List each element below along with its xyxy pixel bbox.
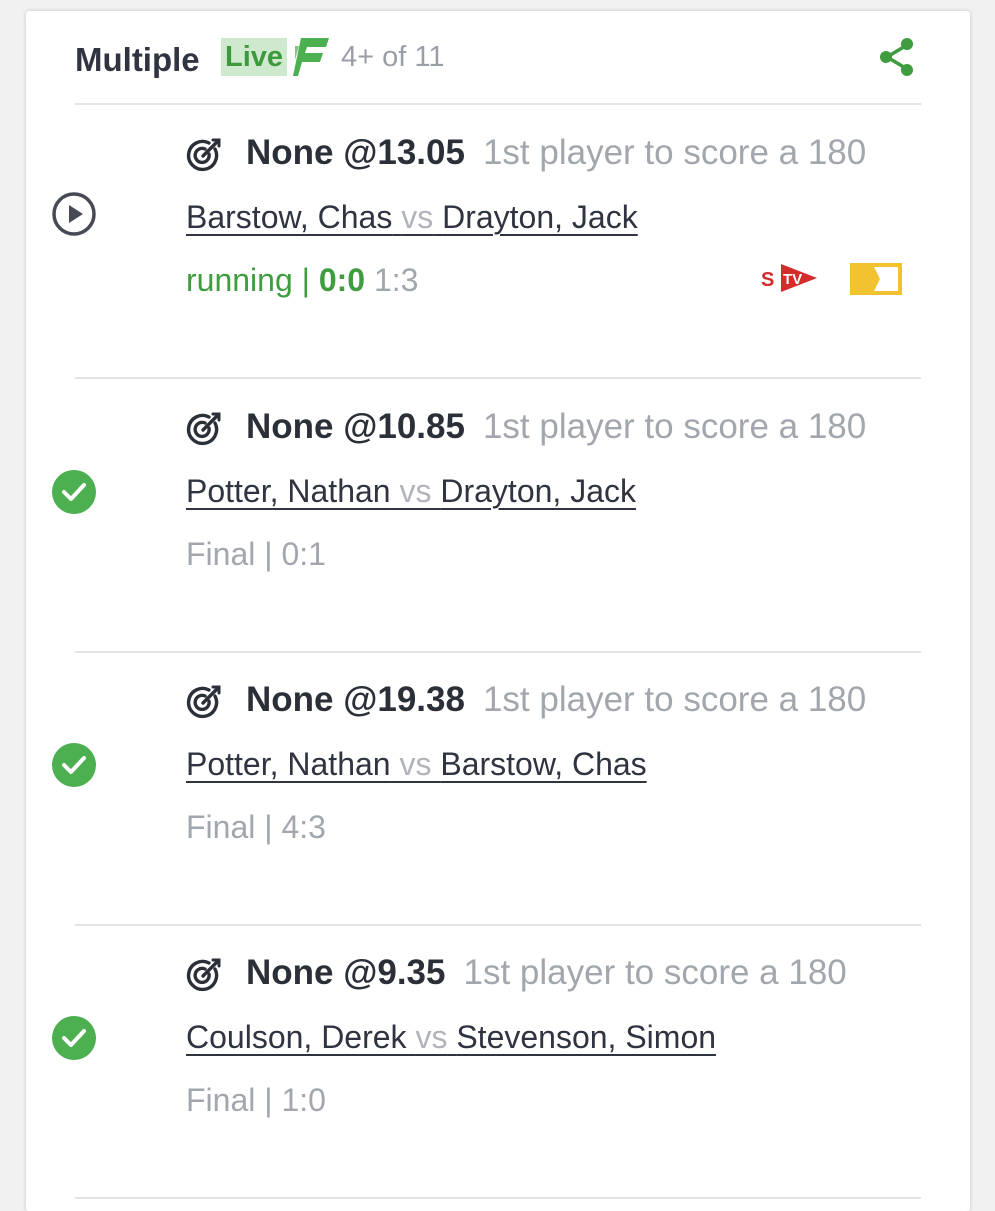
stv-icon[interactable]: S TV	[759, 260, 819, 296]
dart-target-icon	[186, 685, 221, 719]
player-2: Stevenson, Simon	[456, 1019, 717, 1055]
vs-label: vs	[401, 199, 434, 235]
player-2: Drayton, Jack	[442, 199, 638, 235]
match-link[interactable]: Potter, Nathan vs Barstow, Chas	[186, 746, 647, 783]
selection-odds: None @10.85 1st player to score a 180	[246, 407, 866, 447]
svg-text:TV: TV	[783, 271, 802, 288]
market-name: 1st player to score a 180	[482, 407, 867, 446]
ticket-icon[interactable]	[850, 263, 902, 295]
play-circle-icon[interactable]	[51, 191, 97, 237]
player-1: Coulson, Derek	[186, 1019, 407, 1055]
dart-target-icon	[186, 138, 221, 172]
svg-text:S: S	[761, 269, 774, 291]
market-name: 1st player to score a 180	[482, 133, 867, 172]
match-result: Final | 4:3	[186, 809, 326, 845]
bet-card: Multiple Live 4+ of 11 None @13.05 1st pl	[26, 11, 970, 1211]
player-2: Drayton, Jack	[440, 473, 636, 509]
dart-target-icon	[186, 958, 221, 992]
bet-header: Multiple Live 4+ of 11	[75, 11, 921, 105]
player-1: Barstow, Chas	[186, 199, 393, 235]
bet-leg: None @19.38 1st player to score a 180 Pot…	[52, 652, 921, 926]
brand-f-logo-icon	[293, 38, 329, 76]
player-1: Potter, Nathan	[186, 746, 391, 782]
live-badge: Live	[221, 38, 288, 76]
market-name: 1st player to score a 180	[463, 953, 847, 992]
match-result: Final | 1:0	[186, 1082, 326, 1118]
check-circle-icon	[52, 470, 96, 514]
selection-label: None @13.05	[246, 133, 465, 172]
vs-label: vs	[415, 1019, 448, 1055]
check-circle-icon	[52, 743, 96, 787]
match-status: running | 0:0 1:3	[186, 262, 418, 299]
live-score: 0:0	[318, 262, 366, 298]
match-link[interactable]: Coulson, Derek vs Stevenson, Simon	[186, 1019, 716, 1056]
match-link[interactable]: Potter, Nathan vs Drayton, Jack	[186, 473, 636, 510]
selection-odds: None @13.05 1st player to score a 180	[246, 133, 866, 173]
match-result: Final | 0:1	[186, 536, 326, 572]
dart-target-icon	[186, 412, 221, 446]
vs-label: vs	[399, 746, 432, 782]
vs-label: vs	[399, 473, 432, 509]
player-2: Barstow, Chas	[440, 746, 647, 782]
selection-label: None @9.35	[246, 953, 446, 992]
sets-score: 1:3	[373, 262, 419, 298]
running-state: running	[186, 262, 293, 298]
share-icon[interactable]	[877, 37, 917, 77]
bet-leg: None @13.05 1st player to score a 180 Bar…	[52, 105, 921, 379]
selection-label: None @10.85	[246, 407, 465, 446]
player-1: Potter, Nathan	[186, 473, 391, 509]
bet-type-title: Multiple	[75, 41, 200, 78]
bet-leg: None @9.35 1st player to score a 180 Coul…	[52, 925, 921, 1199]
selection-count: 4+ of 11	[341, 41, 445, 73]
status-separator: |	[301, 262, 310, 298]
check-circle-icon	[52, 1016, 96, 1060]
bet-leg: None @10.85 1st player to score a 180 Pot…	[52, 379, 921, 653]
match-link[interactable]: Barstow, Chas vs Drayton, Jack	[186, 199, 638, 236]
selection-odds: None @9.35 1st player to score a 180	[246, 953, 847, 993]
selection-odds: None @19.38 1st player to score a 180	[246, 680, 866, 720]
selection-label: None @19.38	[246, 680, 465, 719]
market-name: 1st player to score a 180	[482, 680, 867, 719]
